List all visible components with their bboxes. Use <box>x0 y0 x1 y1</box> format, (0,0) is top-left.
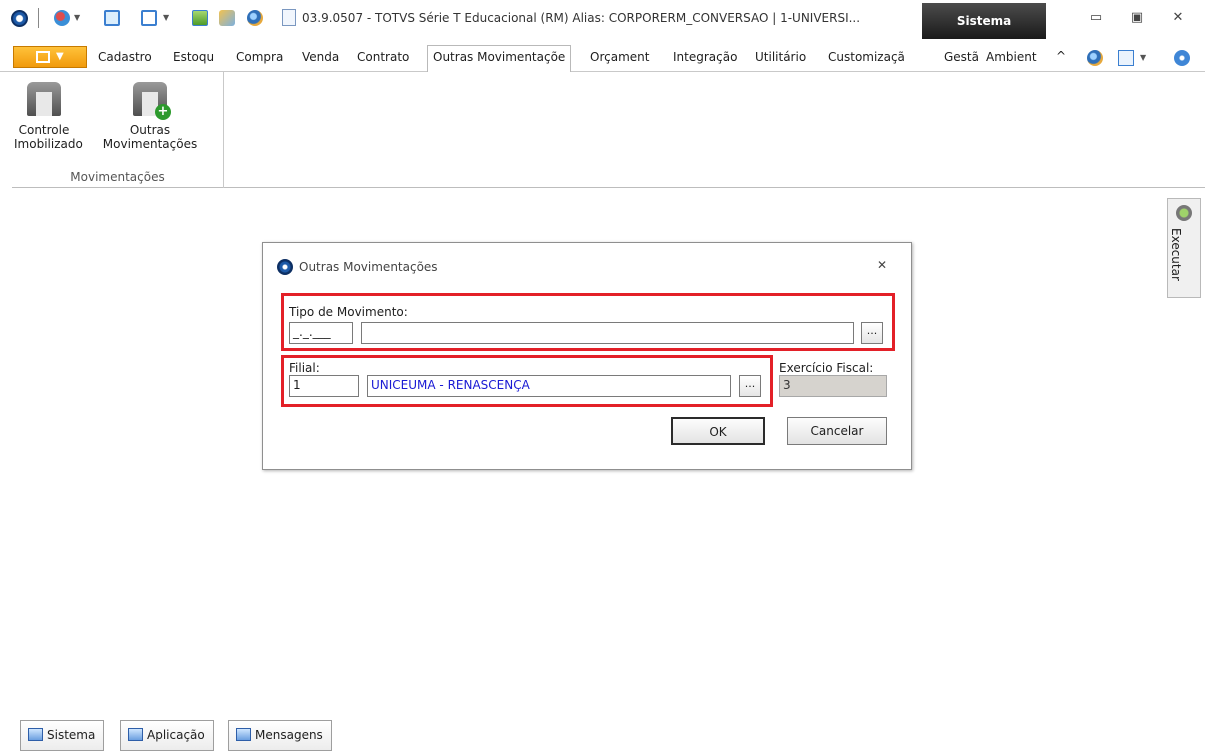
ribbon-panel: Controle Imobilizado + Outras Movimentaç… <box>12 72 1205 188</box>
close-icon[interactable]: ✕ <box>1169 10 1187 26</box>
sistema-context-tab[interactable]: Sistema <box>922 3 1046 39</box>
quick-access-icon[interactable] <box>54 10 70 26</box>
ribbon-group-movimentacoes: Controle Imobilizado + Outras Movimentaç… <box>12 72 224 188</box>
tab-integracao[interactable]: Integração <box>673 50 737 64</box>
chevron-down-icon[interactable]: ▼ <box>1140 53 1146 62</box>
tab-compra[interactable]: Compra <box>236 50 283 64</box>
statusbar-tab-label: Aplicação <box>147 728 205 742</box>
ok-button[interactable]: OK <box>671 417 765 445</box>
outras-movimentacoes-dialog: Outras Movimentações ✕ Tipo de Movimento… <box>262 242 912 470</box>
status-bar: Sistema Aplicação Mensagens <box>12 715 1205 753</box>
tipo-movimento-label: Tipo de Movimento: <box>289 305 408 319</box>
statusbar-tab-aplicacao[interactable]: Aplicação <box>120 720 214 751</box>
exercicio-fiscal-input: 3 <box>779 375 887 397</box>
exercicio-fiscal-label: Exercício Fiscal: <box>779 361 874 375</box>
tab-estoque[interactable]: Estoqu <box>173 50 214 64</box>
filial-code-input[interactable]: 1 <box>289 375 359 397</box>
globe-icon[interactable] <box>247 10 263 26</box>
cancel-button[interactable]: Cancelar <box>787 417 887 445</box>
new-window-icon[interactable] <box>104 10 120 26</box>
tools-icon[interactable] <box>219 10 235 26</box>
window-icon[interactable] <box>141 10 157 26</box>
close-icon[interactable]: ✕ <box>877 258 887 272</box>
separator <box>38 8 39 28</box>
tab-contrato[interactable]: Contrato <box>357 50 409 64</box>
menu-icon <box>36 51 50 63</box>
tab-ambiente[interactable]: Ambient <box>986 50 1037 64</box>
dialog-title: Outras Movimentações <box>299 260 438 274</box>
toolbar-icon[interactable] <box>192 10 208 26</box>
tipo-movimento-description-input[interactable] <box>361 322 854 344</box>
ribbon-tab-bar: ▼ Cadastro Estoqu Compra Venda Contrato … <box>0 42 1205 73</box>
ribbon-group-label: Movimentações <box>70 170 165 184</box>
statusbar-tab-label: Mensagens <box>255 728 323 742</box>
chevron-down-icon[interactable]: ▼ <box>163 13 169 22</box>
tipo-movimento-code-input[interactable]: _._.___ <box>289 322 353 344</box>
tab-gestao[interactable]: Gestã <box>944 50 979 64</box>
title-bar: ▼ ▼ 03.9.0507 - TOTVS Série T Educaciona… <box>0 0 1205 42</box>
button-label-line1: Controle <box>18 123 70 137</box>
minimize-icon[interactable]: ▭ <box>1087 10 1105 26</box>
totvs-logo-icon <box>277 259 293 275</box>
button-label-line2: Movimentações <box>102 137 198 151</box>
executar-label: Executar <box>1169 228 1183 281</box>
document-icon <box>282 9 296 26</box>
tab-orcamento[interactable]: Orçament <box>590 50 649 64</box>
tab-cadastro[interactable]: Cadastro <box>98 50 152 64</box>
plus-icon: + <box>155 104 171 120</box>
controle-imobilizado-button[interactable]: Controle Imobilizado <box>14 82 83 151</box>
filial-name-input[interactable]: UNICEUMA - RENASCENÇA <box>367 375 731 397</box>
button-label-line1: Outras <box>129 123 171 137</box>
globe-icon[interactable] <box>1087 50 1103 66</box>
totvs-logo-icon[interactable] <box>11 10 28 27</box>
outras-movimentacoes-button[interactable]: + Outras Movimentações <box>78 82 222 151</box>
collapse-ribbon-icon[interactable]: ^ <box>1056 49 1066 63</box>
monitor-icon <box>128 728 143 741</box>
messages-icon <box>236 728 251 741</box>
statusbar-tab-sistema[interactable]: Sistema <box>20 720 105 751</box>
application-menu-button[interactable]: ▼ <box>13 46 87 68</box>
chevron-down-icon: ▼ <box>56 51 64 62</box>
tab-customizacao[interactable]: Customizaçã <box>828 50 905 64</box>
layout-icon[interactable] <box>1118 50 1134 66</box>
statusbar-tab-mensagens[interactable]: Mensagens <box>228 720 332 751</box>
chevron-down-icon[interactable]: ▼ <box>74 13 80 22</box>
tab-utilitario[interactable]: Utilitário <box>755 50 806 64</box>
tab-venda[interactable]: Venda <box>302 50 339 64</box>
button-label-line2: Imobilizado <box>14 137 83 151</box>
filial-browse-button[interactable]: ... <box>739 375 761 397</box>
tipo-movimento-browse-button[interactable]: ... <box>861 322 883 344</box>
tab-outras-movimentacoes[interactable]: Outras Movimentaçõe <box>427 45 572 73</box>
statusbar-tab-label: Sistema <box>47 728 96 742</box>
gear-icon <box>1176 205 1192 221</box>
fixed-asset-icon <box>27 82 61 116</box>
add-movement-icon: + <box>133 82 171 120</box>
monitor-icon <box>28 728 43 741</box>
help-icon[interactable] <box>1174 50 1190 66</box>
window-title: 03.9.0507 - TOTVS Série T Educacional (R… <box>302 11 861 25</box>
restore-icon[interactable]: ▣ <box>1128 10 1146 26</box>
filial-label: Filial: <box>289 361 320 375</box>
